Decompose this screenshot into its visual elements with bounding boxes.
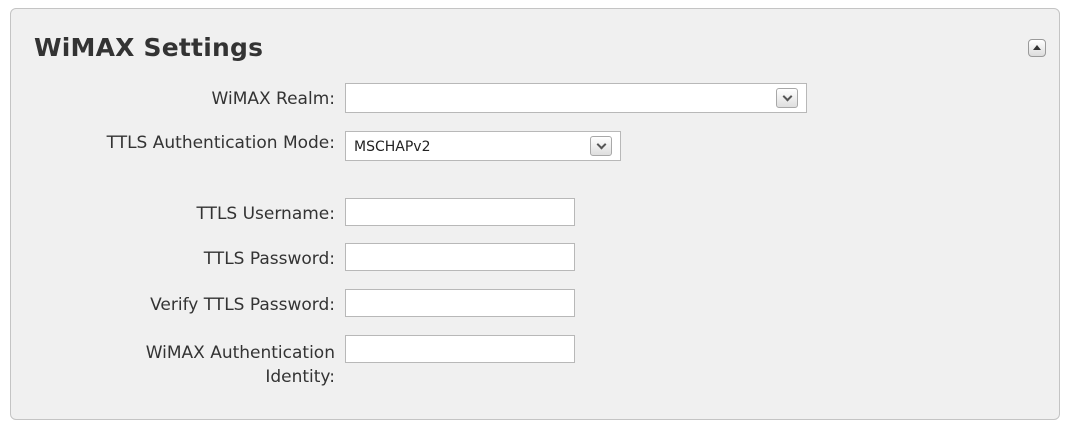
ttls-auth-mode-value: MSCHAPv2 bbox=[354, 139, 431, 155]
wimax-settings-panel: WiMAX Settings WiMAX Realm: TTLS Authent… bbox=[10, 8, 1060, 420]
wimax-realm-label: WiMAX Realm: bbox=[211, 89, 335, 109]
ttls-password-label: TTLS Password: bbox=[203, 249, 335, 269]
chevron-down-icon[interactable] bbox=[776, 88, 798, 108]
ttls-username-input[interactable] bbox=[345, 198, 575, 226]
collapse-panel-button[interactable] bbox=[1028, 39, 1046, 57]
ttls-username-label: TTLS Username: bbox=[196, 204, 335, 224]
chevron-down-icon[interactable] bbox=[590, 136, 612, 156]
panel-title: WiMAX Settings bbox=[34, 33, 264, 62]
wimax-realm-select[interactable] bbox=[345, 83, 807, 113]
wimax-auth-identity-label: WiMAX Authentication Identity: bbox=[145, 343, 335, 387]
ttls-auth-mode-label: TTLS Authentication Mode: bbox=[106, 133, 335, 153]
triangle-up-icon bbox=[1033, 45, 1041, 50]
verify-ttls-password-input[interactable] bbox=[345, 289, 575, 317]
verify-ttls-password-label: Verify TTLS Password: bbox=[150, 295, 335, 315]
ttls-auth-mode-select[interactable]: MSCHAPv2 bbox=[345, 131, 621, 161]
ttls-password-input[interactable] bbox=[345, 243, 575, 271]
wimax-auth-identity-input[interactable] bbox=[345, 335, 575, 363]
